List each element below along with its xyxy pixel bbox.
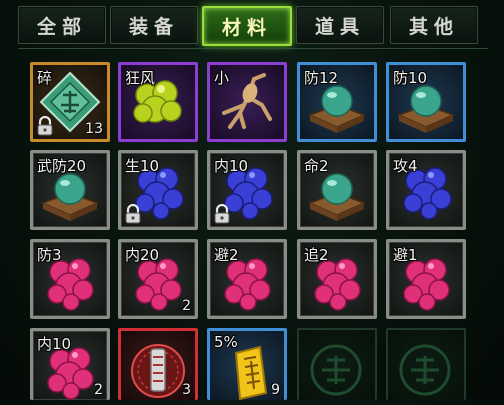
- slot-label: 小: [214, 69, 230, 87]
- slot-count: 2: [94, 382, 103, 398]
- slot-count: 13: [85, 121, 103, 137]
- tab-materials[interactable]: 材料: [202, 6, 292, 46]
- inventory-window: 全部 装备 材料 道具 其他 碎 13 狂风 小 防12 防10 武防20 生1…: [0, 0, 504, 401]
- inventory-slot[interactable]: 小: [207, 62, 287, 142]
- inventory-slot[interactable]: 避1: [386, 239, 466, 319]
- slot-count: 2: [182, 298, 191, 314]
- slot-count: 3: [182, 382, 191, 398]
- slot-label: 避1: [393, 246, 418, 264]
- slot-label: 碎: [37, 69, 53, 87]
- inventory-slot[interactable]: 防3: [30, 239, 110, 319]
- slot-label: 避2: [214, 246, 239, 264]
- inventory-slot[interactable]: 防12: [297, 62, 377, 142]
- panel-divider: [18, 48, 488, 49]
- inventory-slot-empty[interactable]: [386, 328, 466, 400]
- inventory-slot[interactable]: 追2: [297, 239, 377, 319]
- inventory-slot[interactable]: 避2: [207, 239, 287, 319]
- inventory-slot[interactable]: 5% 9: [207, 328, 287, 401]
- slot-label: 内10: [37, 335, 72, 353]
- slot-label: 防12: [304, 69, 339, 87]
- inventory-slot[interactable]: 狂风: [118, 62, 198, 142]
- tab-all[interactable]: 全部: [18, 6, 106, 44]
- slot-label: 防3: [37, 246, 62, 264]
- lock-icon: [37, 116, 53, 136]
- slot-label: 攻4: [393, 157, 418, 175]
- tab-other[interactable]: 其他: [390, 6, 478, 44]
- slot-label: 追2: [304, 246, 329, 264]
- inventory-slot[interactable]: 命2: [297, 150, 377, 230]
- slot-label: 防10: [393, 69, 428, 87]
- inventory-slot[interactable]: 内20 2: [118, 239, 198, 319]
- tab-equipment[interactable]: 装备: [110, 6, 198, 44]
- inventory-slot[interactable]: 生10: [118, 150, 198, 230]
- slot-label: 命2: [304, 157, 329, 175]
- slot-label: 内20: [125, 246, 160, 264]
- lock-icon: [125, 204, 141, 224]
- inventory-slot[interactable]: 攻4: [386, 150, 466, 230]
- category-tabs: 全部 装备 材料 道具 其他: [18, 6, 488, 46]
- slot-label: 5%: [214, 333, 238, 351]
- slot-label: 内10: [214, 157, 249, 175]
- inventory-slot[interactable]: 内10 2: [30, 328, 110, 400]
- inventory-slot[interactable]: 碎 13: [30, 62, 110, 142]
- inventory-slot[interactable]: 防10: [386, 62, 466, 142]
- empty-slot-emblem-icon: [310, 344, 362, 396]
- inventory-slot[interactable]: 3: [118, 328, 198, 400]
- inventory-slot-empty[interactable]: [297, 328, 377, 400]
- slot-label: 狂风: [125, 69, 156, 87]
- inventory-slot[interactable]: 内10: [207, 150, 287, 230]
- lock-icon: [214, 204, 230, 224]
- slot-count: 9: [271, 382, 280, 398]
- empty-slot-emblem-icon: [399, 344, 451, 396]
- inventory-slot[interactable]: 武防20: [30, 150, 110, 230]
- slot-label: 武防20: [37, 157, 87, 175]
- tab-items[interactable]: 道具: [296, 6, 384, 44]
- slot-label: 生10: [125, 157, 160, 175]
